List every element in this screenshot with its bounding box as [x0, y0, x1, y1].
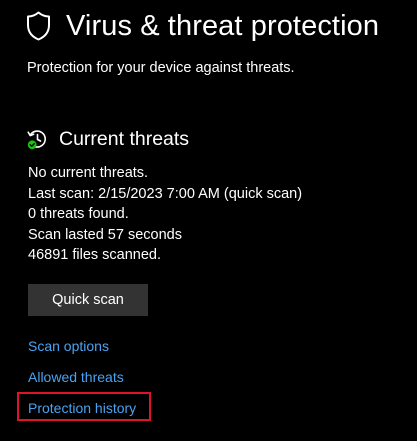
protection-history-link[interactable]: Protection history — [28, 399, 136, 417]
page-subtitle: Protection for your device against threa… — [27, 60, 295, 76]
current-threats-header: Current threats — [27, 127, 189, 151]
allowed-threats-link[interactable]: Allowed threats — [28, 368, 124, 386]
current-threats-title: Current threats — [59, 128, 190, 150]
status-scan-duration: Scan lasted 57 seconds — [28, 226, 182, 243]
quick-scan-button[interactable]: Quick scan — [28, 284, 148, 316]
scan-options-link[interactable]: Scan options — [28, 337, 109, 355]
status-last-scan: Last scan: 2/15/2023 7:00 AM (quick scan… — [28, 185, 303, 202]
page-header: Virus & threat protection — [26, 9, 379, 43]
status-threats-found: 0 threats found. — [28, 206, 129, 223]
status-no-threats: No current threats. — [28, 165, 149, 181]
clock-refresh-check-icon — [27, 129, 48, 150]
page-title: Virus & threat protection — [66, 10, 380, 42]
status-files-scanned: 46891 files scanned. — [28, 247, 162, 264]
shield-icon — [26, 11, 51, 41]
threat-status-list: No current threats. Last scan: 2/15/2023… — [28, 163, 302, 266]
